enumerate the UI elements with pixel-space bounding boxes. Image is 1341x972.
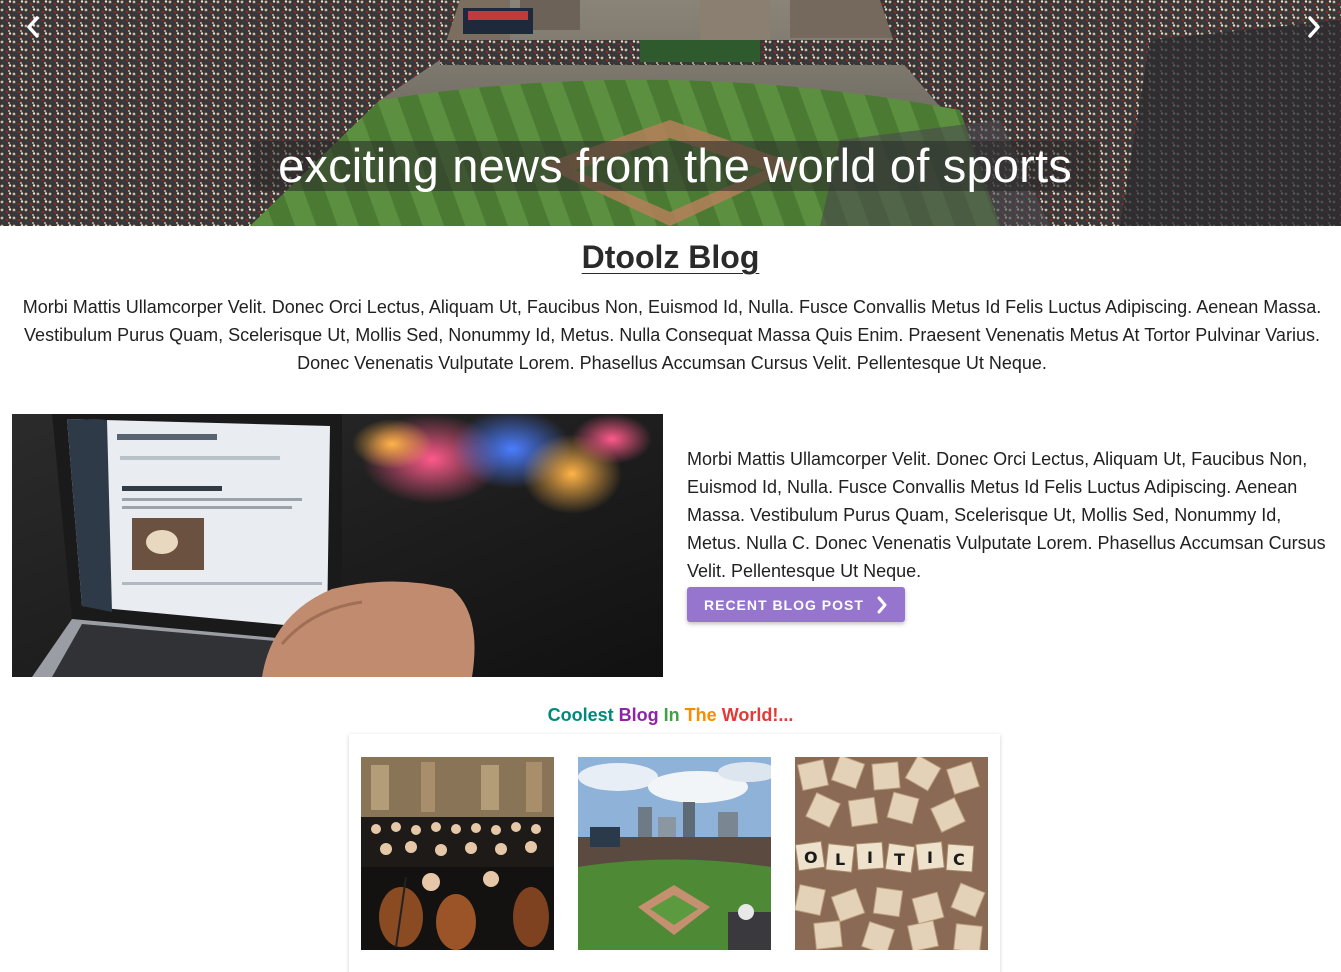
page-title: Dtoolz Blog	[0, 236, 1341, 278]
carousel-next-button[interactable]	[1295, 8, 1333, 46]
scrabble-tiles-photo[interactable]: O L I T I C	[795, 757, 988, 950]
stadium-photo	[0, 0, 1341, 226]
svg-text:O: O	[804, 848, 818, 867]
recent-blog-post-label: RECENT BLOG POST	[704, 596, 864, 613]
feature-paragraph: Morbi Mattis Ullamcorper Velit. Donec Or…	[687, 449, 1326, 581]
hero-caption: exciting news from the world of sports	[251, 141, 1099, 191]
coolest-word: World!...	[721, 705, 794, 725]
coolest-word: Coolest	[547, 705, 614, 725]
blog-title-link[interactable]: Dtoolz Blog	[582, 239, 760, 275]
carousel-prev-button[interactable]	[14, 8, 52, 46]
chevron-right-icon	[876, 596, 888, 614]
chevron-right-icon	[1308, 16, 1320, 38]
orchestra-photo[interactable]	[361, 757, 554, 950]
svg-text:T: T	[894, 850, 905, 869]
coolest-word: In	[663, 705, 680, 725]
chevron-left-icon	[27, 16, 39, 38]
svg-text:L: L	[835, 850, 845, 869]
svg-text:C: C	[953, 850, 965, 869]
laptop-photo	[12, 414, 663, 677]
stadium-thumb-photo[interactable]	[578, 757, 771, 950]
svg-text:I: I	[927, 848, 933, 867]
intro-paragraph: Morbi Mattis Ullamcorper Velit. Donec Or…	[22, 297, 1322, 373]
gallery-card: O L I T I C	[349, 734, 1000, 972]
svg-text:I: I	[867, 848, 873, 867]
hero-carousel: exciting news from the world of sports	[0, 0, 1341, 226]
recent-blog-post-button[interactable]: RECENT BLOG POST	[687, 587, 905, 622]
coolest-heading: Coolest Blog In The World!...	[0, 702, 1341, 728]
coolest-word: The	[684, 705, 717, 725]
coolest-word: Blog	[618, 705, 659, 725]
